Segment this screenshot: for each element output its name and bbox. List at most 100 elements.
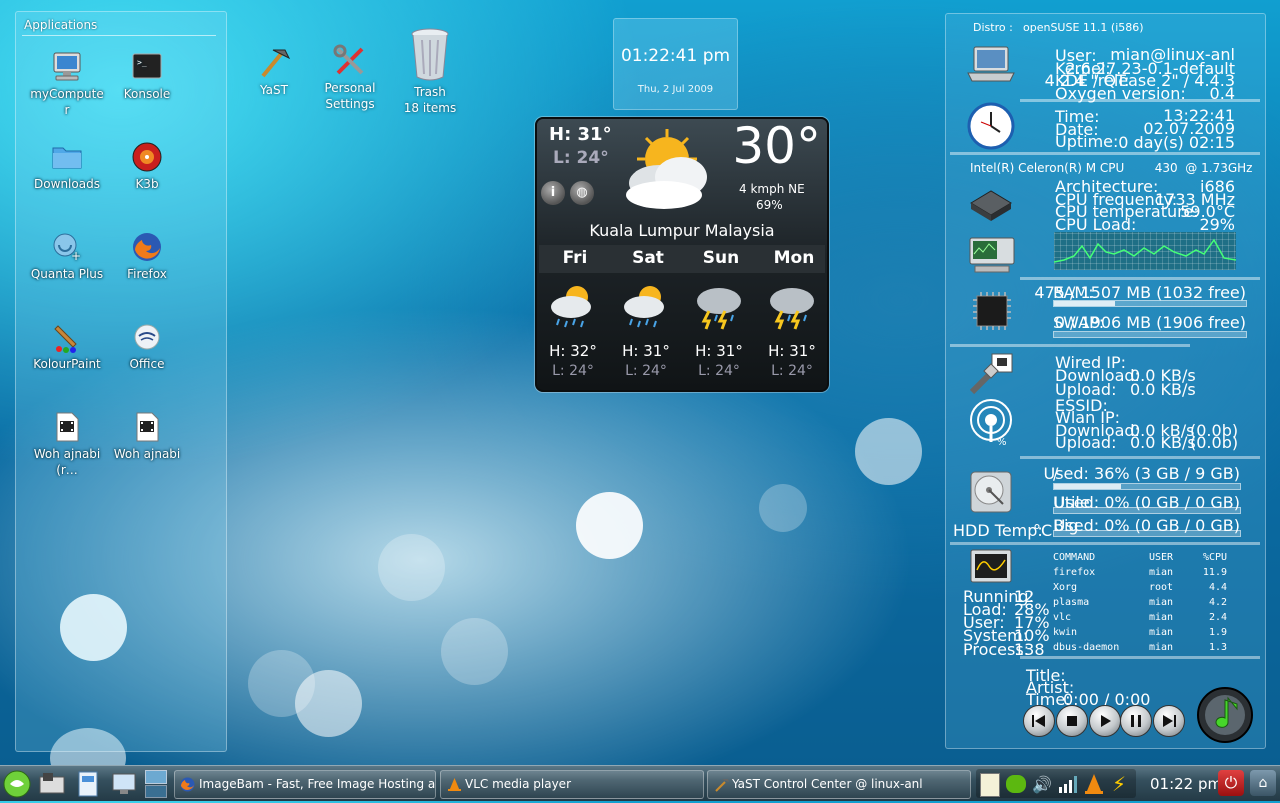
music-note-icon[interactable]: [1196, 684, 1256, 748]
hdd-temp-label: HDD Temp:: [953, 521, 1043, 540]
desktop-icon-trash[interactable]: Trash 18 items: [385, 26, 475, 116]
wifi-icon: [966, 398, 1016, 452]
app-label: myComputer: [30, 87, 104, 117]
personal-settings-label: Personal Settings: [324, 81, 376, 111]
pager[interactable]: [145, 770, 167, 798]
process-user: mian: [1149, 567, 1174, 578]
sun-rain-icon: [610, 281, 682, 335]
app-label: K3b: [135, 177, 159, 191]
bokeh-circle: [576, 492, 643, 559]
app-woh-ajnabi-r[interactable]: Woh ajnabi (r…: [28, 410, 106, 478]
app-kolourpaint[interactable]: KolourPaint: [28, 320, 106, 372]
power-management-icon[interactable]: ⚡: [1112, 772, 1126, 796]
svg-text:+: +: [71, 249, 81, 263]
app-label: Woh ajnabi (r…: [33, 447, 101, 477]
stop-button[interactable]: [1056, 705, 1088, 737]
kickoff-menu-icon[interactable]: [2, 769, 32, 803]
applications-folderview: Applications myComputer >_ Konsole Downl…: [15, 11, 227, 752]
process-command: firefox: [1053, 567, 1096, 578]
next-button[interactable]: [1153, 705, 1185, 737]
weather-low: L: 24°: [553, 148, 609, 168]
file-manager-icon[interactable]: [38, 771, 66, 801]
skip-forward-icon: [1163, 715, 1176, 727]
vlc-cone-icon: [448, 778, 461, 791]
previous-button[interactable]: [1023, 705, 1055, 737]
paintbrush-icon: [50, 320, 84, 354]
wired-upload-value: 0.0 KB/s: [1130, 380, 1196, 399]
app-k3b[interactable]: K3b: [108, 140, 186, 192]
clipboard-icon[interactable]: [980, 773, 1000, 797]
forecast-high: H: 31°: [695, 342, 743, 360]
thunderstorm-icon: [683, 281, 755, 335]
play-button[interactable]: [1089, 705, 1121, 737]
disk-usage-bar: [1053, 507, 1241, 514]
cpu-load-line: [1053, 238, 1237, 263]
app-firefox[interactable]: Firefox: [108, 230, 186, 282]
task-vlc[interactable]: VLC media player: [440, 770, 704, 799]
hammer-icon: [257, 44, 291, 80]
video-file-icon: [50, 410, 84, 444]
process-header-cpu: %CPU: [1203, 552, 1228, 563]
applications-divider: [22, 35, 216, 36]
pager-desktop-2[interactable]: [145, 785, 167, 798]
desktop-icon-personal-settings[interactable]: Personal Settings: [305, 44, 395, 112]
network-signal-icon[interactable]: [1058, 774, 1078, 798]
bokeh-circle: [378, 534, 445, 601]
pager-desktop-1[interactable]: [145, 770, 167, 784]
weather-city: Kuala Lumpur Malaysia: [589, 221, 775, 240]
show-desktop-icon[interactable]: [110, 770, 138, 802]
applications-title: Applications: [24, 18, 98, 32]
distro-value: openSUSE 11.1 (i586): [1023, 21, 1144, 34]
app-downloads[interactable]: Downloads: [28, 140, 106, 192]
forecast-high: H: 31°: [768, 342, 816, 360]
process-user: mian: [1149, 642, 1174, 653]
app-quanta-plus[interactable]: + Quanta Plus: [28, 230, 106, 282]
process-cpu: 2.4: [1208, 612, 1227, 623]
forecast-day: Sun: [702, 248, 740, 268]
bokeh-circle: [441, 618, 508, 685]
ram-chip-icon: [971, 290, 1013, 336]
task-yast[interactable]: YaST Control Center @ linux-anl: [707, 770, 971, 799]
bokeh-circle: [248, 650, 315, 717]
task-imagebam[interactable]: ImageBam - Fast, Free Image Hosting and: [174, 770, 436, 799]
app-office[interactable]: Office: [108, 320, 186, 372]
vlc-tray-icon[interactable]: [1084, 773, 1104, 799]
taskbar-clock[interactable]: 01:22 pm: [1150, 775, 1222, 793]
cloudy-sun-icon: [619, 125, 719, 219]
pause-button[interactable]: [1120, 705, 1152, 737]
hdd-temp-unit: °C: [1033, 521, 1053, 540]
volume-icon[interactable]: 🔊: [1032, 775, 1052, 794]
analog-clock-icon: [967, 102, 1015, 154]
thunderstorm-icon: [756, 281, 828, 335]
process-user: root: [1149, 582, 1174, 593]
nvidia-icon[interactable]: [1006, 775, 1026, 793]
process-command: vlc: [1053, 612, 1072, 623]
firefox-icon: [130, 230, 164, 264]
svg-text:>_: >_: [137, 58, 147, 67]
process-cpu: 1.3: [1208, 642, 1227, 653]
stop-icon: [1067, 716, 1077, 726]
lock-screen-icon[interactable]: ⌂: [1250, 770, 1276, 796]
process-command: kwin: [1053, 627, 1078, 638]
clock-widget[interactable]: 01:22:41 pm Thu, 2 Jul 2009: [613, 18, 738, 110]
document-icon[interactable]: [76, 770, 100, 802]
disk-usage-bar: [1053, 530, 1241, 537]
forecast-low: L: 24°: [698, 363, 740, 379]
quanta-icon: +: [50, 230, 84, 264]
app-mycomputer[interactable]: myComputer: [28, 50, 106, 118]
app-label: Office: [129, 357, 165, 371]
clock-time: 01:22:41 pm: [620, 46, 731, 66]
pause-icon: [1131, 715, 1141, 727]
k3b-icon: [130, 140, 164, 174]
shutdown-icon[interactable]: ⏻: [1218, 770, 1244, 796]
app-konsole[interactable]: >_ Konsole: [108, 50, 186, 102]
info-icon[interactable]: i: [541, 181, 565, 205]
taskbar: ImageBam - Fast, Free Image Hosting and …: [0, 765, 1280, 801]
forecast-day: Mon: [773, 248, 815, 268]
distro-label: Distro :: [973, 21, 1013, 34]
globe-icon[interactable]: ◍: [570, 181, 594, 205]
firefox-icon: [180, 777, 195, 792]
cpu-name: Intel(R) Celeron(R) M CPU 430 @ 1.73GHz: [970, 161, 1253, 175]
weather-widget[interactable]: H: 31° L: 24° 30° 4 kmph NE 69% i ◍ Kual…: [535, 117, 829, 392]
app-woh-ajnabi[interactable]: Woh ajnabi: [108, 410, 186, 462]
